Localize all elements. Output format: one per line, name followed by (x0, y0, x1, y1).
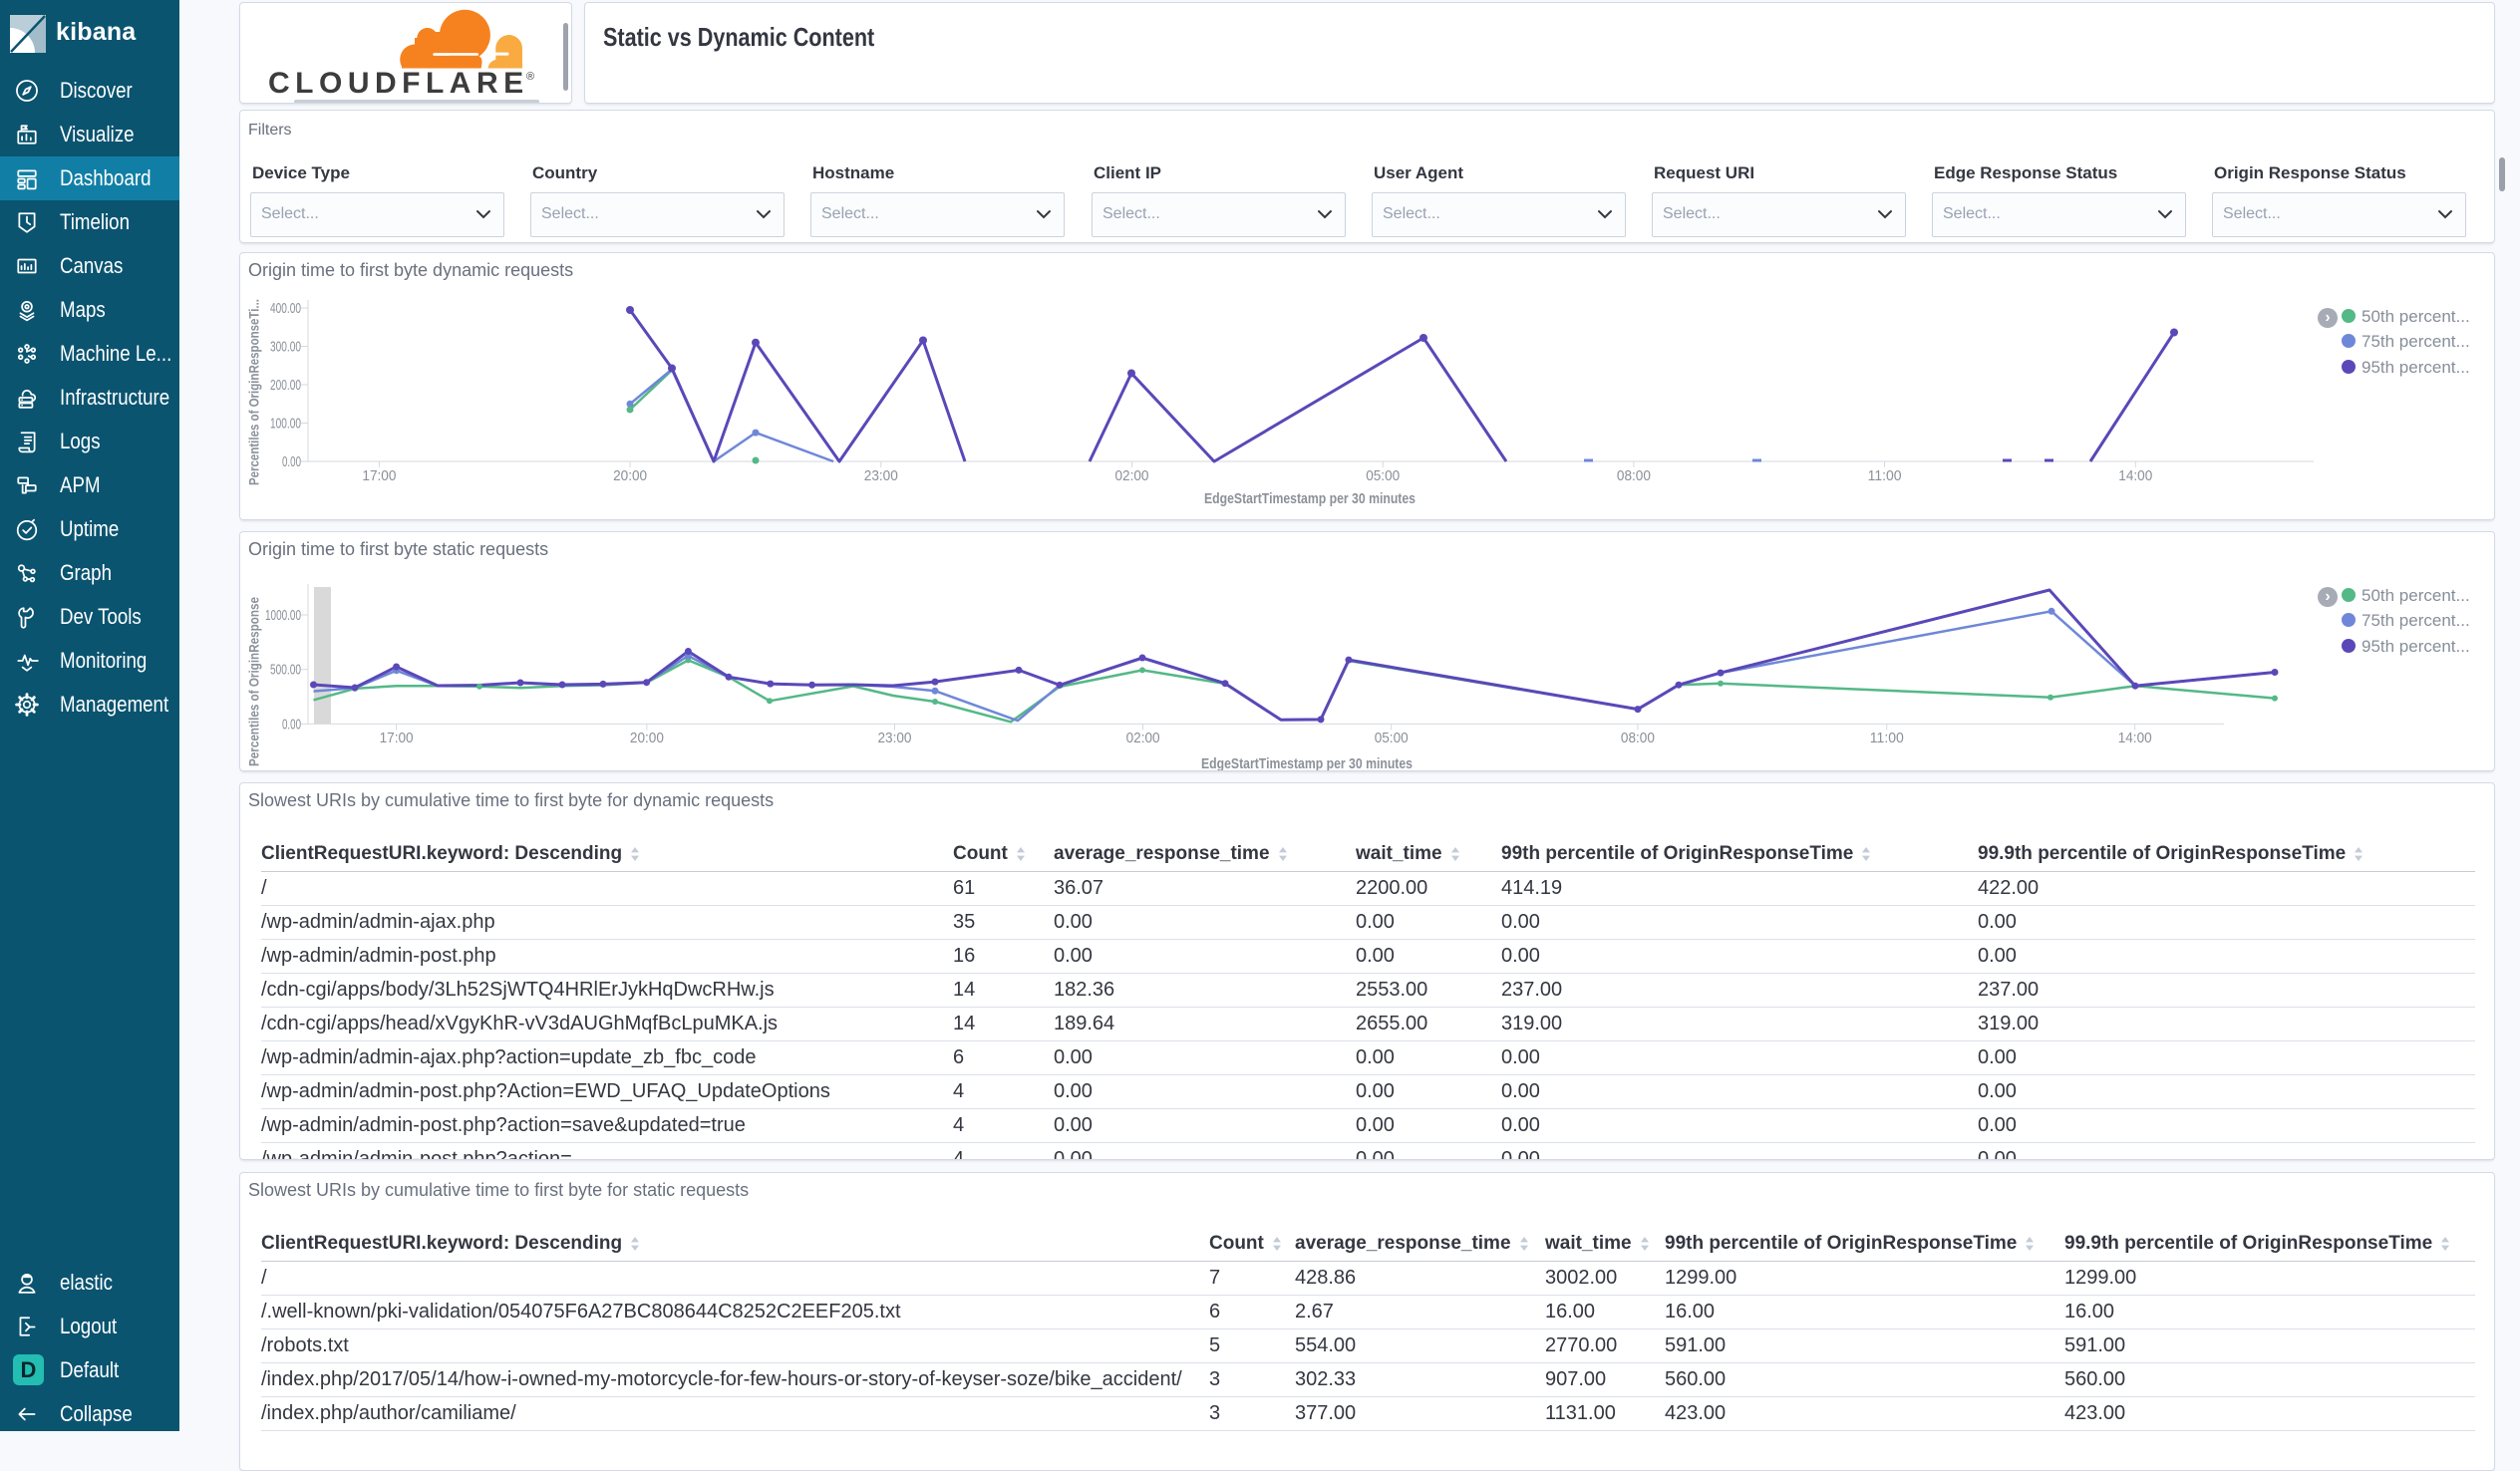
svg-text:Percentiles of OriginResponseT: Percentiles of OriginResponseTi... (246, 299, 262, 485)
svg-text:1000.00: 1000.00 (265, 607, 301, 624)
svg-text:23:00: 23:00 (878, 730, 912, 746)
svg-text:20:00: 20:00 (630, 730, 664, 746)
svg-text:EdgeStartTimestamp per 30 minu: EdgeStartTimestamp per 30 minutes (1201, 755, 1413, 771)
svg-text:0.00: 0.00 (282, 453, 301, 470)
svg-text:02:00: 02:00 (1126, 730, 1160, 746)
svg-text:05:00: 05:00 (1375, 730, 1409, 746)
svg-text:17:00: 17:00 (380, 730, 414, 746)
svg-text:20:00: 20:00 (613, 467, 647, 484)
svg-text:11:00: 11:00 (1870, 730, 1904, 746)
svg-text:14:00: 14:00 (2118, 730, 2152, 746)
svg-text:05:00: 05:00 (1366, 467, 1400, 484)
svg-text:500.00: 500.00 (270, 662, 301, 679)
svg-text:23:00: 23:00 (864, 467, 898, 484)
svg-text:400.00: 400.00 (270, 300, 301, 317)
svg-text:02:00: 02:00 (1115, 467, 1149, 484)
svg-text:14:00: 14:00 (2118, 467, 2152, 484)
svg-text:11:00: 11:00 (1868, 467, 1902, 484)
svg-text:0.00: 0.00 (282, 716, 301, 733)
svg-text:Percentiles of OriginResponse: Percentiles of OriginResponse (246, 597, 262, 766)
svg-text:100.00: 100.00 (270, 416, 301, 433)
svg-text:08:00: 08:00 (1621, 730, 1655, 746)
svg-text:EdgeStartTimestamp per 30 minu: EdgeStartTimestamp per 30 minutes (1204, 490, 1416, 507)
svg-text:17:00: 17:00 (362, 467, 396, 484)
svg-text:08:00: 08:00 (1617, 467, 1651, 484)
svg-text:200.00: 200.00 (270, 377, 301, 394)
svg-text:300.00: 300.00 (270, 339, 301, 356)
